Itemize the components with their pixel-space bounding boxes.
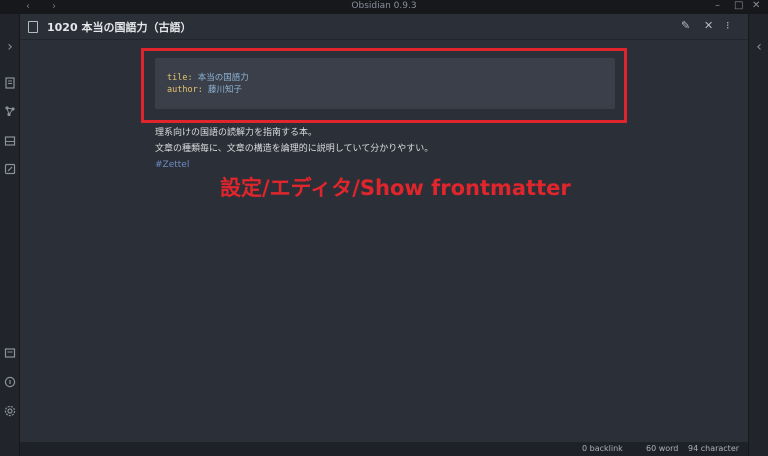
settings-icon[interactable] bbox=[3, 405, 17, 419]
close-pane-icon[interactable]: ✕ bbox=[704, 19, 713, 33]
right-ribbon: ‹ bbox=[748, 14, 768, 456]
highlight-frame bbox=[141, 48, 627, 123]
help-icon[interactable] bbox=[3, 376, 17, 390]
quick-switcher-icon[interactable] bbox=[3, 347, 17, 361]
inbox-icon[interactable] bbox=[3, 135, 17, 149]
status-bar: 0 backlink 60 word 94 character bbox=[20, 442, 748, 456]
backlink-count[interactable]: 0 backlink bbox=[582, 444, 623, 453]
graph-view-icon[interactable] bbox=[3, 105, 17, 119]
title-bar: ‹ › Obsidian 0.9.3 – □ ✕ bbox=[0, 0, 768, 14]
note-body[interactable]: 理系向けの国語の読解力を指南する本。 文章の種類毎に、文章の構造を論理的に説明し… bbox=[155, 125, 715, 173]
note-title: 1020 本当の国語力（古語） bbox=[47, 21, 192, 34]
expand-right-sidebar-button[interactable]: ‹ bbox=[752, 40, 766, 54]
edit-icon[interactable] bbox=[3, 163, 17, 177]
character-count: 94 character bbox=[688, 444, 740, 453]
left-ribbon: › bbox=[0, 14, 20, 456]
pane-header: 1020 本当の国語力（古語） ✎ ✕ ⁝ bbox=[20, 14, 748, 40]
tag-link[interactable]: #Zettel bbox=[155, 157, 715, 173]
open-file-icon[interactable] bbox=[3, 77, 17, 91]
app-title: Obsidian 0.9.3 bbox=[351, 1, 417, 11]
minimize-button[interactable]: – bbox=[715, 0, 720, 11]
expand-left-sidebar-button[interactable]: › bbox=[3, 40, 17, 54]
word-count: 60 word bbox=[646, 444, 679, 453]
close-window-button[interactable]: ✕ bbox=[752, 0, 760, 11]
edit-mode-icon[interactable]: ✎ bbox=[681, 19, 690, 33]
annotation-label: 設定/エディタ/Show frontmatter bbox=[220, 176, 571, 200]
body-line: 理系向けの国語の読解力を指南する本。 bbox=[155, 128, 318, 138]
file-icon bbox=[28, 21, 38, 33]
more-options-icon[interactable]: ⁝ bbox=[726, 19, 730, 33]
body-line: 文章の種類毎に、文章の構造を論理的に説明していて分かりやすい。 bbox=[155, 144, 434, 154]
maximize-button[interactable]: □ bbox=[734, 0, 743, 11]
